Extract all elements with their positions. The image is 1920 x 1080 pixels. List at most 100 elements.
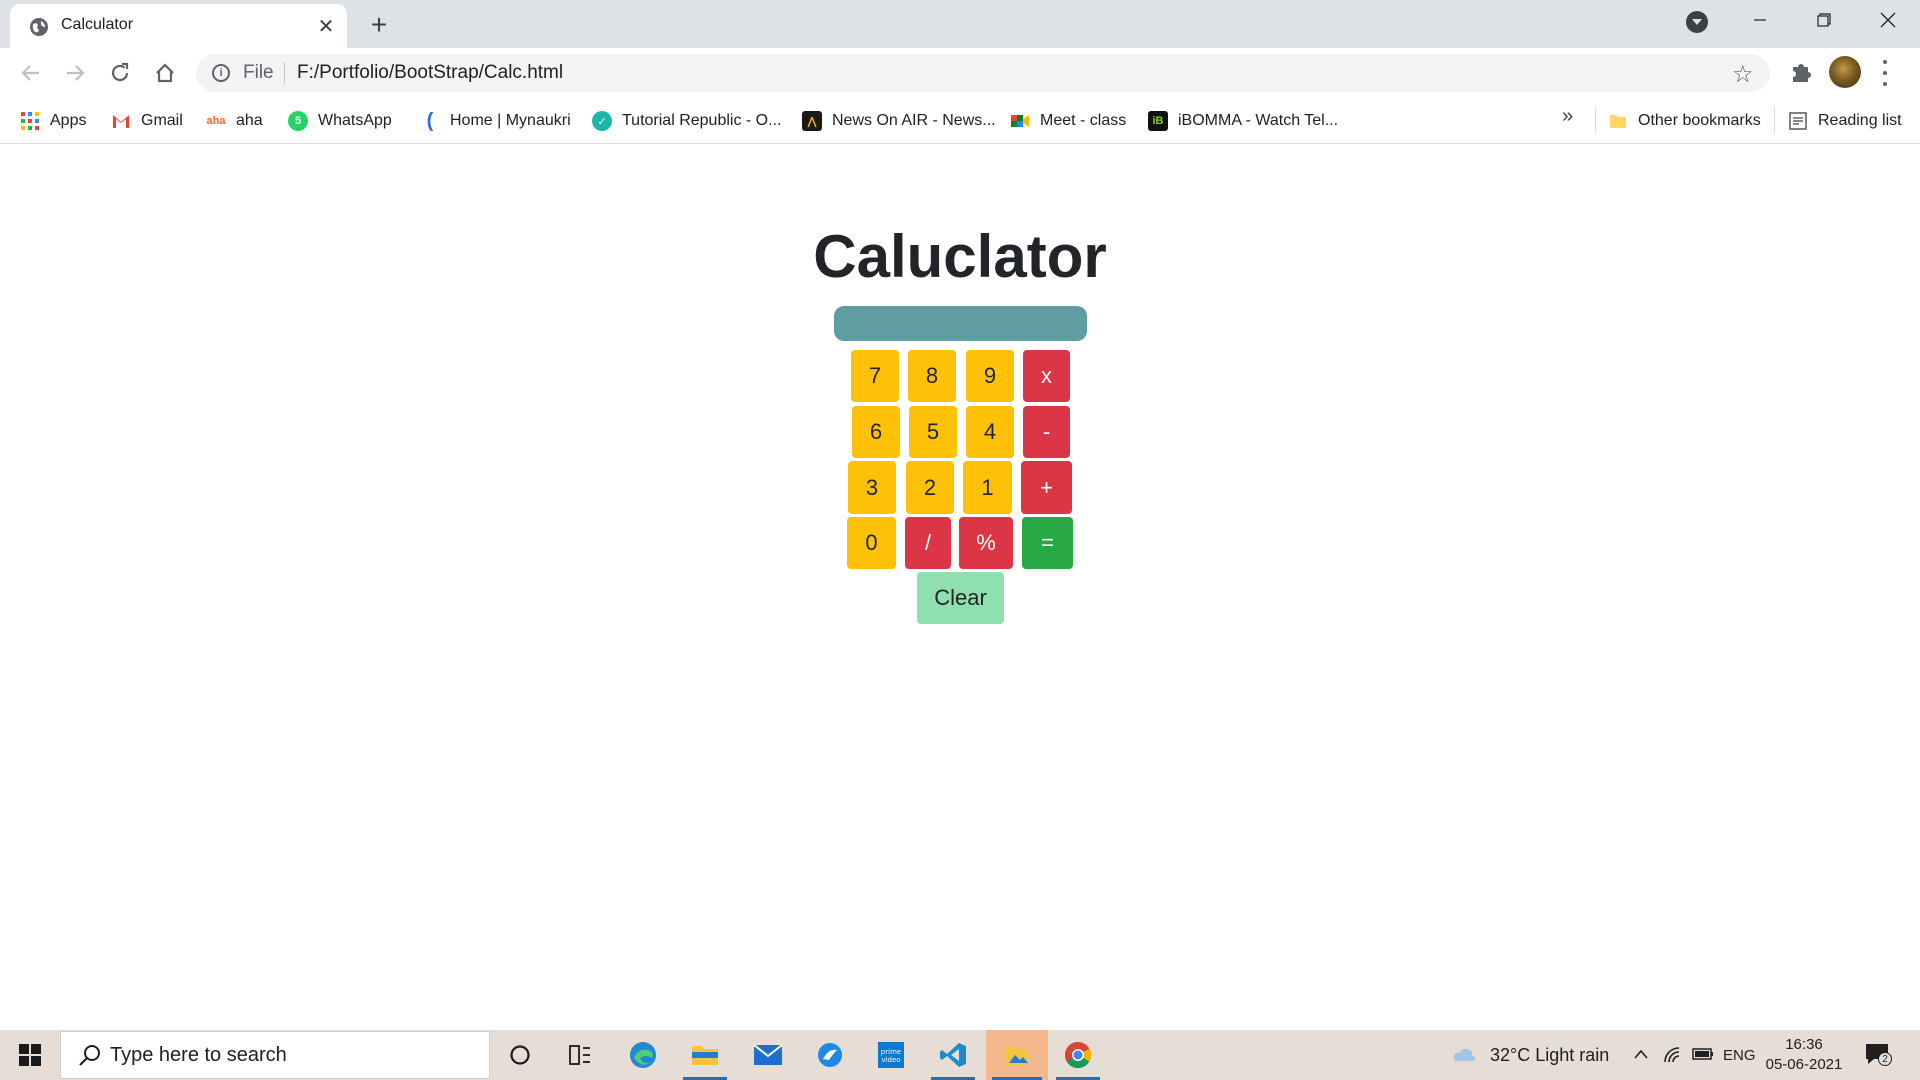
clock-time: 16:36: [1785, 1036, 1823, 1053]
key-4[interactable]: 4: [966, 406, 1014, 458]
clock[interactable]: 16:36 05-06-2021: [1764, 1035, 1844, 1075]
mynaukri-icon: (: [426, 109, 434, 132]
weather-text[interactable]: 32°C Light rain: [1490, 1045, 1609, 1066]
restore-icon: [1817, 13, 1831, 27]
globe-icon: [30, 18, 48, 36]
extensions-puzzle-icon[interactable]: [1787, 58, 1815, 86]
chrome-icon: [1064, 1041, 1092, 1069]
reload-button[interactable]: [103, 56, 137, 90]
more-bookmarks-icon[interactable]: »: [1562, 105, 1573, 128]
bookmark-tutorial-republic[interactable]: ✓ Tutorial Republic - O...: [592, 106, 781, 136]
info-icon[interactable]: i: [212, 64, 230, 82]
profile-avatar[interactable]: [1829, 56, 1861, 88]
taskbar-vscode[interactable]: [925, 1030, 981, 1080]
key-0[interactable]: 0: [847, 517, 896, 569]
notification-center-button[interactable]: 2: [1864, 1042, 1892, 1068]
bookmark-mynaukri[interactable]: ( Home | Mynaukri: [420, 106, 571, 136]
bookmark-label: iBOMMA - Watch Tel...: [1178, 112, 1339, 129]
key-3[interactable]: 3: [848, 461, 896, 514]
taskbar-prime-video[interactable]: prime video: [863, 1030, 919, 1080]
new-tab-button[interactable]: +: [364, 9, 394, 40]
back-button[interactable]: [14, 56, 48, 90]
tab-calculator[interactable]: Calculator ✕: [10, 4, 347, 48]
taskbar-app-swift[interactable]: [802, 1030, 858, 1080]
clear-button[interactable]: Clear: [917, 572, 1004, 624]
tutorial-republic-icon: ✓: [592, 111, 612, 131]
other-bookmarks[interactable]: Other bookmarks: [1608, 106, 1761, 136]
minimize-button[interactable]: [1728, 0, 1792, 40]
modulo-button[interactable]: %: [959, 517, 1013, 569]
forward-button[interactable]: [58, 56, 92, 90]
home-button[interactable]: [148, 56, 182, 90]
key-6[interactable]: 6: [852, 406, 900, 458]
gmail-icon: [113, 115, 129, 128]
notification-count: 2: [1878, 1052, 1892, 1066]
tab-search-icon[interactable]: [1686, 11, 1708, 33]
calculator-display[interactable]: [834, 306, 1087, 341]
taskbar-edge[interactable]: [615, 1030, 671, 1080]
reading-list[interactable]: Reading list: [1788, 106, 1902, 136]
clock-date: 05-06-2021: [1765, 1056, 1843, 1073]
key-2[interactable]: 2: [906, 461, 954, 514]
bookmark-apps[interactable]: Apps: [20, 106, 86, 136]
bookmark-news-on-air[interactable]: ⋀ News On AIR - News...: [802, 106, 996, 136]
svg-text:video: video: [881, 1056, 900, 1064]
subtract-button[interactable]: -: [1023, 406, 1070, 458]
bookmark-gmail[interactable]: Gmail: [111, 106, 183, 136]
close-icon: [1880, 12, 1896, 28]
bookmark-whatsapp[interactable]: 5 WhatsApp: [288, 106, 392, 136]
start-button[interactable]: [0, 1030, 60, 1080]
divide-button[interactable]: /: [905, 517, 951, 569]
file-explorer-icon: [692, 1046, 718, 1065]
taskbar-photos[interactable]: [986, 1030, 1048, 1080]
folder-icon: [1610, 115, 1626, 128]
photos-icon: [1006, 1046, 1028, 1065]
ibomma-icon: iB: [1148, 111, 1168, 131]
cortana-circle-icon: [510, 1045, 530, 1065]
battery-icon[interactable]: [1692, 1047, 1714, 1061]
bookmark-star-icon[interactable]: ☆: [1732, 60, 1754, 89]
key-9[interactable]: 9: [966, 350, 1014, 402]
aha-icon: aha: [206, 115, 226, 127]
bookmark-label: Gmail: [141, 112, 183, 129]
taskbar-file-explorer[interactable]: [677, 1030, 733, 1080]
bookmark-label: Tutorial Republic - O...: [622, 112, 782, 129]
taskbar-mail[interactable]: [740, 1030, 796, 1080]
address-bar[interactable]: i File F:/Portfolio/BootStrap/Calc.html …: [196, 54, 1770, 92]
network-icon[interactable]: [1662, 1045, 1682, 1065]
task-view-button[interactable]: [552, 1030, 608, 1080]
key-8[interactable]: 8: [908, 350, 956, 402]
taskbar-search-box[interactable]: Type here to search: [60, 1031, 490, 1079]
bookmarks-divider: [1774, 107, 1775, 133]
tab-strip: Calculator ✕ +: [0, 0, 1920, 48]
equals-button[interactable]: =: [1022, 517, 1073, 569]
url-text[interactable]: F:/Portfolio/BootStrap/Calc.html: [297, 62, 563, 84]
meet-icon: [1011, 115, 1029, 127]
bookmarks-divider: [1595, 107, 1596, 133]
restore-button[interactable]: [1792, 0, 1856, 40]
bookmark-ibomma[interactable]: iB iBOMMA - Watch Tel...: [1148, 106, 1338, 136]
chevron-up-icon[interactable]: [1633, 1047, 1649, 1061]
search-placeholder: Type here to search: [110, 1044, 287, 1066]
taskbar-chrome[interactable]: [1050, 1030, 1106, 1080]
forward-arrow-icon: [67, 65, 85, 81]
bookmark-label: aha: [236, 112, 263, 129]
chrome-menu-icon[interactable]: [1880, 60, 1890, 86]
add-button[interactable]: +: [1021, 461, 1072, 514]
key-7[interactable]: 7: [851, 350, 899, 402]
news-on-air-icon: ⋀: [802, 111, 822, 131]
page-title: Caluclator: [813, 223, 1107, 290]
language-indicator[interactable]: ENG: [1723, 1047, 1756, 1064]
close-window-button[interactable]: [1856, 0, 1920, 40]
key-1[interactable]: 1: [963, 461, 1012, 514]
bookmark-label: Meet - class: [1040, 112, 1127, 129]
bookmark-aha[interactable]: aha aha: [206, 106, 263, 136]
vscode-icon: [940, 1043, 966, 1067]
key-5[interactable]: 5: [909, 406, 957, 458]
bookmark-label: Home | Mynaukri: [450, 112, 571, 129]
bookmark-meet[interactable]: Meet - class: [1010, 106, 1126, 136]
close-tab-icon[interactable]: ✕: [314, 14, 338, 38]
cortana-button[interactable]: [492, 1030, 548, 1080]
svg-text:prime: prime: [881, 1048, 901, 1056]
multiply-button[interactable]: x: [1023, 350, 1070, 402]
